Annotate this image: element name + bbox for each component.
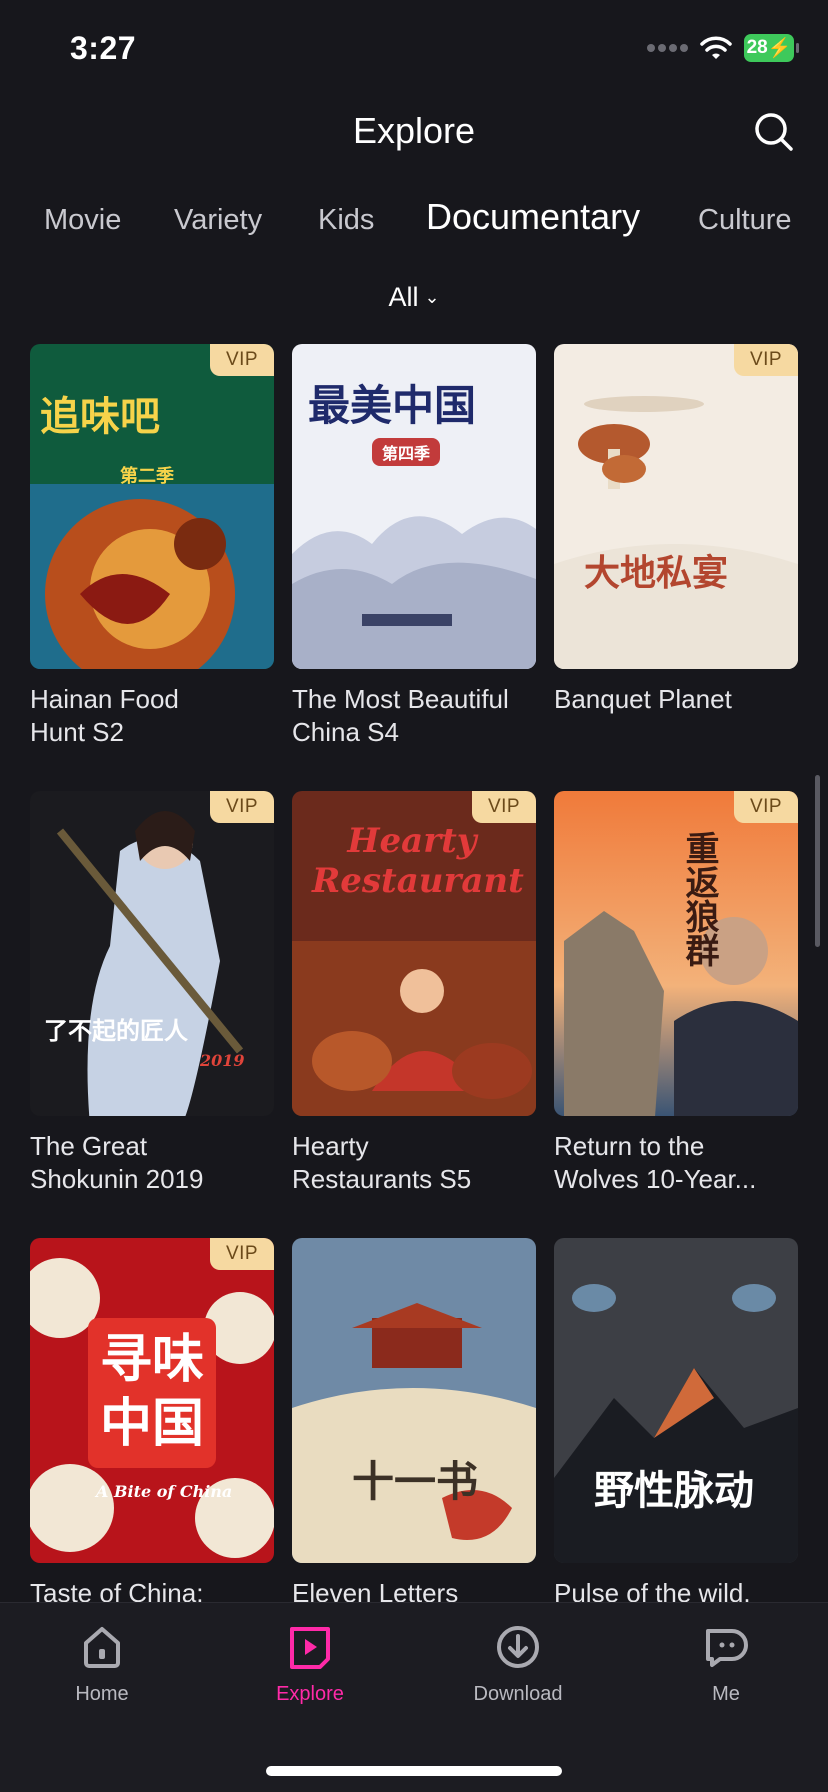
- filter-dropdown[interactable]: All ⌄: [0, 282, 828, 313]
- wifi-icon: [700, 36, 732, 59]
- poster: 十一书: [292, 1238, 536, 1563]
- battery-icon: 28 ⚡: [744, 34, 799, 62]
- status-indicators: 28 ⚡: [647, 34, 799, 62]
- poster-title: 野性脉动: [594, 1467, 754, 1514]
- poster-image: [292, 1238, 536, 1563]
- nav-me[interactable]: Me: [656, 1623, 796, 1706]
- poster: 最美中国 第四季: [292, 344, 536, 669]
- home-icon: [84, 1627, 120, 1668]
- poster: Hearty Restaurant VIP: [292, 791, 536, 1116]
- content-card[interactable]: 了不起的匠人 2019 VIP The Great Shokunin 2019: [30, 791, 274, 1196]
- filter-label: All: [388, 282, 419, 312]
- poster-subtitle: 第四季: [372, 438, 441, 466]
- explore-icon: [290, 1627, 330, 1669]
- poster: 野性脉动: [554, 1238, 798, 1563]
- content-card[interactable]: 十一书 Eleven Letters: [292, 1238, 536, 1602]
- tab-movie[interactable]: Movie: [44, 204, 121, 237]
- poster-title: 重返狼群: [679, 831, 719, 967]
- status-time: 3:27: [70, 30, 137, 66]
- poster-subtitle: 2019: [200, 1051, 245, 1070]
- poster: 了不起的匠人 2019 VIP: [30, 791, 274, 1116]
- card-title: Hainan Food Hunt S2: [30, 684, 179, 747]
- category-tabs: Movie Variety Kids Documentary Culture: [0, 196, 828, 246]
- card-title: Eleven Letters: [292, 1578, 459, 1602]
- nav-explore[interactable]: Explore: [240, 1623, 380, 1706]
- tab-documentary[interactable]: Documentary: [426, 196, 640, 238]
- tab-culture[interactable]: Culture: [698, 204, 792, 237]
- nav-explore-label: Explore: [276, 1683, 344, 1705]
- tab-variety[interactable]: Variety: [174, 204, 262, 237]
- vip-badge: VIP: [734, 344, 798, 376]
- poster: 大地私宴 VIP: [554, 344, 798, 669]
- nav-home-label: Home: [75, 1683, 129, 1705]
- card-title: The Great Shokunin 2019: [30, 1131, 204, 1194]
- status-bar: 3:27 28 ⚡: [0, 0, 828, 100]
- content-grid: 追味吧 第二季 VIP Hainan Food Hunt S2 最美中国 第四季…: [30, 344, 798, 1602]
- card-title: Pulse of the wild.: [554, 1578, 751, 1602]
- poster: 寻味中国 A Bite of China VIP: [30, 1238, 274, 1563]
- content-card[interactable]: Hearty Restaurant VIP Hearty Restaurants…: [292, 791, 536, 1196]
- page-title: Explore: [352, 110, 476, 151]
- poster-title: 了不起的匠人: [44, 1016, 188, 1045]
- poster-title: 寻味中国: [99, 1329, 204, 1454]
- card-title: Hearty Restaurants S5: [292, 1131, 472, 1194]
- header: Explore: [0, 100, 828, 166]
- poster-title: 追味吧: [40, 393, 160, 440]
- card-title: Taste of China:: [30, 1578, 204, 1602]
- scrollbar[interactable]: [815, 775, 820, 947]
- nav-download[interactable]: Download: [448, 1623, 588, 1706]
- home-indicator[interactable]: [266, 1766, 562, 1776]
- vip-badge: VIP: [210, 1238, 274, 1270]
- poster-title: Hearty Restaurant: [312, 821, 524, 901]
- card-title: Banquet Planet: [554, 684, 732, 714]
- poster-title: 最美中国: [308, 381, 477, 430]
- content-card[interactable]: 最美中国 第四季 The Most Beautiful China S4: [292, 344, 536, 749]
- vip-badge: VIP: [210, 344, 274, 376]
- cellular-signal-icon: [647, 44, 688, 52]
- download-icon: [497, 1626, 539, 1668]
- nav-home[interactable]: Home: [32, 1623, 172, 1706]
- vip-badge: VIP: [472, 791, 536, 823]
- vip-badge: VIP: [210, 791, 274, 823]
- nav-me-label: Me: [712, 1683, 740, 1705]
- card-title: Return to the Wolves 10-Year...: [554, 1131, 757, 1194]
- card-title: The Most Beautiful China S4: [292, 684, 509, 747]
- bottom-nav: Home Explore Download Me: [0, 1602, 828, 1792]
- content-card[interactable]: 野性脉动 Pulse of the wild.: [554, 1238, 798, 1602]
- nav-download-label: Download: [473, 1683, 563, 1705]
- content-card[interactable]: 大地私宴 VIP Banquet Planet: [554, 344, 798, 716]
- content-card[interactable]: 追味吧 第二季 VIP Hainan Food Hunt S2: [30, 344, 274, 749]
- poster-title: 大地私宴: [584, 552, 729, 594]
- battery-level: 28: [746, 37, 768, 58]
- content-card[interactable]: 寻味中国 A Bite of China VIP Taste of China:: [30, 1238, 274, 1602]
- poster-title: 十一书: [352, 1457, 479, 1506]
- poster-image: [554, 344, 798, 669]
- poster: 重返狼群 VIP: [554, 791, 798, 1116]
- poster: 追味吧 第二季 VIP: [30, 344, 274, 669]
- poster-subtitle: A Bite of China: [96, 1482, 233, 1501]
- poster-subtitle: 第二季: [120, 466, 174, 487]
- tab-kids[interactable]: Kids: [318, 204, 374, 237]
- search-icon[interactable]: [750, 108, 798, 156]
- chevron-down-icon: ⌄: [424, 287, 440, 307]
- vip-badge: VIP: [734, 791, 798, 823]
- content-card[interactable]: 重返狼群 VIP Return to the Wolves 10-Year...: [554, 791, 798, 1196]
- me-icon: [706, 1629, 748, 1667]
